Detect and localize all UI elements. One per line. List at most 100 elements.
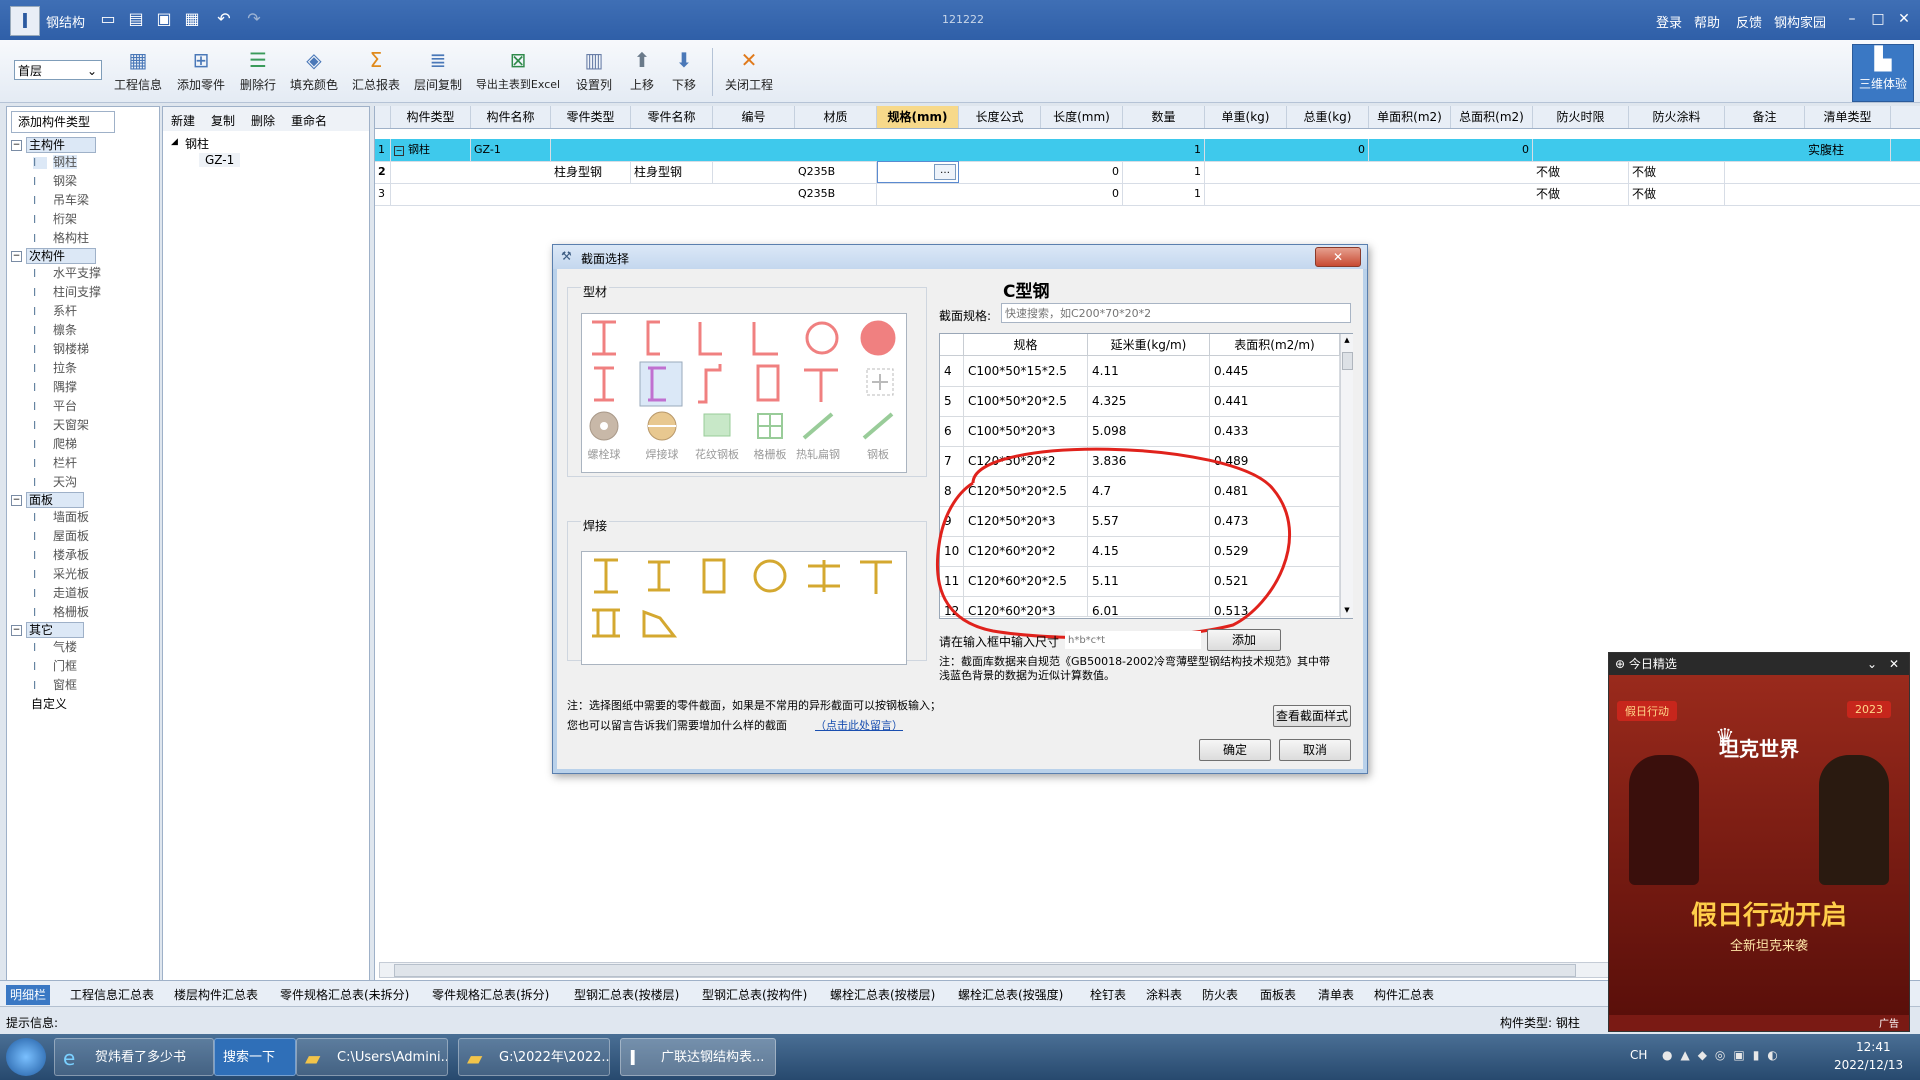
col-header[interactable]: 总面积(m2) [1451,106,1533,128]
cell[interactable]: 0 [1041,183,1123,205]
set-columns-button[interactable]: ▥ 设置列 [574,44,614,100]
summary-report-button[interactable]: Σ 汇总报表 [350,44,402,100]
cell[interactable]: 不做 [1533,183,1629,205]
tree-group-main[interactable]: − 主构件 [9,137,157,153]
tree-item[interactable]: Ⅰ 屋面板 [9,527,157,546]
tab[interactable]: 楼层构件汇总表 [170,985,262,1005]
scroll-up-icon[interactable]: ▲ [1342,336,1352,344]
redo-icon[interactable]: ↷ [244,9,264,29]
tab[interactable]: 涂料表 [1142,985,1186,1005]
cell[interactable]: 实腹柱 [1805,139,1891,161]
save-as-icon[interactable]: ▦ [182,9,202,29]
scrollbar-thumb[interactable] [1342,352,1353,370]
col-header[interactable]: 零件名称 [631,106,713,128]
add-part-button[interactable]: ⊞ 添加零件 [174,44,228,100]
tree-item[interactable]: Ⅰ 水平支撑 [9,264,157,283]
move-up-button[interactable]: ⬆ 上移 [624,44,660,100]
open-folder-icon[interactable]: ▤ [126,9,146,29]
copy-button[interactable]: 复制 [211,112,235,129]
tree-item[interactable]: Ⅰ 檩条 [9,321,157,340]
tree-item[interactable]: Ⅰ 采光板 [9,565,157,584]
clock-date[interactable]: 2022/12/13 [1834,1058,1903,1072]
new-button[interactable]: 新建 [171,112,195,129]
tree-group-other[interactable]: − 其它 [9,622,157,638]
tree-item-truss[interactable]: Ⅰ 桁架 [9,210,157,229]
cell[interactable]: 0 [1287,139,1369,161]
taskbar-item-folder[interactable]: ▰ G:\2022年\2022... [458,1038,610,1076]
ad-collapse-icon[interactable]: ⌄ [1867,653,1877,675]
input-language[interactable]: CH [1630,1048,1647,1062]
col-header[interactable]: 零件类型 [551,106,631,128]
col-header[interactable]: 清单类型 [1805,106,1891,128]
cell[interactable]: 不做 [1533,161,1629,183]
tree-item[interactable]: Ⅰ 楼承板 [9,546,157,565]
tab-detail[interactable]: 明细栏 [6,985,51,1005]
spec-table-header[interactable]: 规格 [964,334,1088,356]
maximize-icon[interactable]: □ [1866,8,1890,30]
tree-item[interactable]: Ⅰ 气楼 [9,638,157,657]
tree-group-panels[interactable]: − 面板 [9,492,157,508]
spec-row[interactable]: 4 C100*50*15*2.5 4.11 0.445 [940,356,1340,387]
menu-login[interactable]: 登录 [1656,12,1682,31]
expand-arrow-icon[interactable]: ◢ [171,137,178,147]
cell[interactable]: 不做 [1629,183,1725,205]
menu-feedback[interactable]: 反馈 [1736,12,1762,31]
add-button[interactable]: 添加 [1207,629,1281,651]
col-header[interactable]: 防火时限 [1533,106,1629,128]
view-section-style-button[interactable]: 查看截面样式 [1273,705,1351,727]
tab[interactable]: 螺栓汇总表(按强度) [954,985,1067,1005]
project-info-button[interactable]: ▦ 工程信息 [112,44,164,100]
tray-icons[interactable]: ●▲◆◎▣▮◐ [1662,1048,1786,1062]
tab[interactable]: 防火表 [1198,985,1242,1005]
leave-message-link[interactable]: （点击此处留言） [815,717,903,733]
tab[interactable]: 构件汇总表 [1370,985,1438,1005]
tree-item[interactable]: Ⅰ 系杆 [9,302,157,321]
table-row[interactable]: 1 − 钢柱 GZ-1 1 0 0 实腹柱 [375,139,1920,162]
spec-table-scrollbar[interactable]: ▲ ▼ [1340,334,1353,618]
fill-color-button[interactable]: ◈ 填充颜色 [288,44,340,100]
table-row[interactable]: 2 柱身型钢 柱身型钢 Q235B … 0 1 不做 不做 [375,161,1920,184]
cell[interactable]: 0 [1041,161,1123,183]
table-row[interactable]: 3 Q235B 0 1 不做 不做 [375,183,1920,206]
tab[interactable]: 面板表 [1256,985,1300,1005]
cell[interactable]: 柱身型钢 [631,161,713,183]
scroll-down-icon[interactable]: ▼ [1342,606,1352,614]
horizontal-scrollbar[interactable] [379,962,1611,978]
ellipsis-button[interactable]: … [934,164,956,180]
cell[interactable]: 1 [1123,139,1205,161]
col-header[interactable]: 材质 [795,106,877,128]
ok-button[interactable]: 确定 [1199,739,1271,761]
col-header[interactable]: 构件类型 [391,106,471,128]
cell[interactable]: GZ-1 [471,139,551,161]
tab[interactable]: 零件规格汇总表(拆分) [428,985,553,1005]
tree-item[interactable]: Ⅰ 走道板 [9,584,157,603]
tree-item[interactable]: Ⅰ 平台 [9,397,157,416]
col-header[interactable]: 单重(kg) [1205,106,1287,128]
tree-item[interactable]: Ⅰ 格栅板 [9,603,157,622]
cell[interactable]: 柱身型钢 [551,161,631,183]
tree-item[interactable]: Ⅰ 栏杆 [9,454,157,473]
taskbar-item-browser[interactable]: e 贺炜看了多少书 [54,1038,214,1076]
tree-group-secondary[interactable]: − 次构件 [9,248,157,264]
col-header[interactable]: 备注 [1725,106,1805,128]
menu-steel-home[interactable]: 钢构家园 [1774,12,1826,31]
col-header[interactable]: 构件名称 [471,106,551,128]
cell[interactable]: 不做 [1629,161,1725,183]
close-project-button[interactable]: ✕ 关闭工程 [722,44,776,100]
minimize-icon[interactable]: – [1840,8,1864,30]
tab[interactable]: 零件规格汇总表(未拆分) [276,985,413,1005]
tree-item[interactable]: Ⅰ 天沟 [9,473,157,492]
copy-floor-button[interactable]: ≣ 层间复制 [412,44,464,100]
col-header[interactable]: 防火涂料 [1629,106,1725,128]
tab[interactable]: 工程信息汇总表 [66,985,158,1005]
tree-item-steel-column[interactable]: Ⅰ 钢柱 [9,153,157,172]
tree-item[interactable]: Ⅰ 拉条 [9,359,157,378]
taskbar-item-app[interactable]: I 广联达钢结构表... [620,1038,776,1076]
tree-item[interactable]: Ⅰ 钢楼梯 [9,340,157,359]
export-excel-button[interactable]: ⊠ 导出主表到Excel [472,44,564,100]
spec-row[interactable]: 5 C100*50*20*2.5 4.325 0.441 [940,386,1340,417]
cell[interactable]: 0 [1451,139,1533,161]
ad-image[interactable]: 假日行动 2023 ♛ 坦克世界 假日行动开启 全新坦克来袭 [1609,675,1909,1015]
col-header[interactable]: 总重(kg) [1287,106,1369,128]
col-header[interactable]: 规格(mm) [877,106,959,128]
